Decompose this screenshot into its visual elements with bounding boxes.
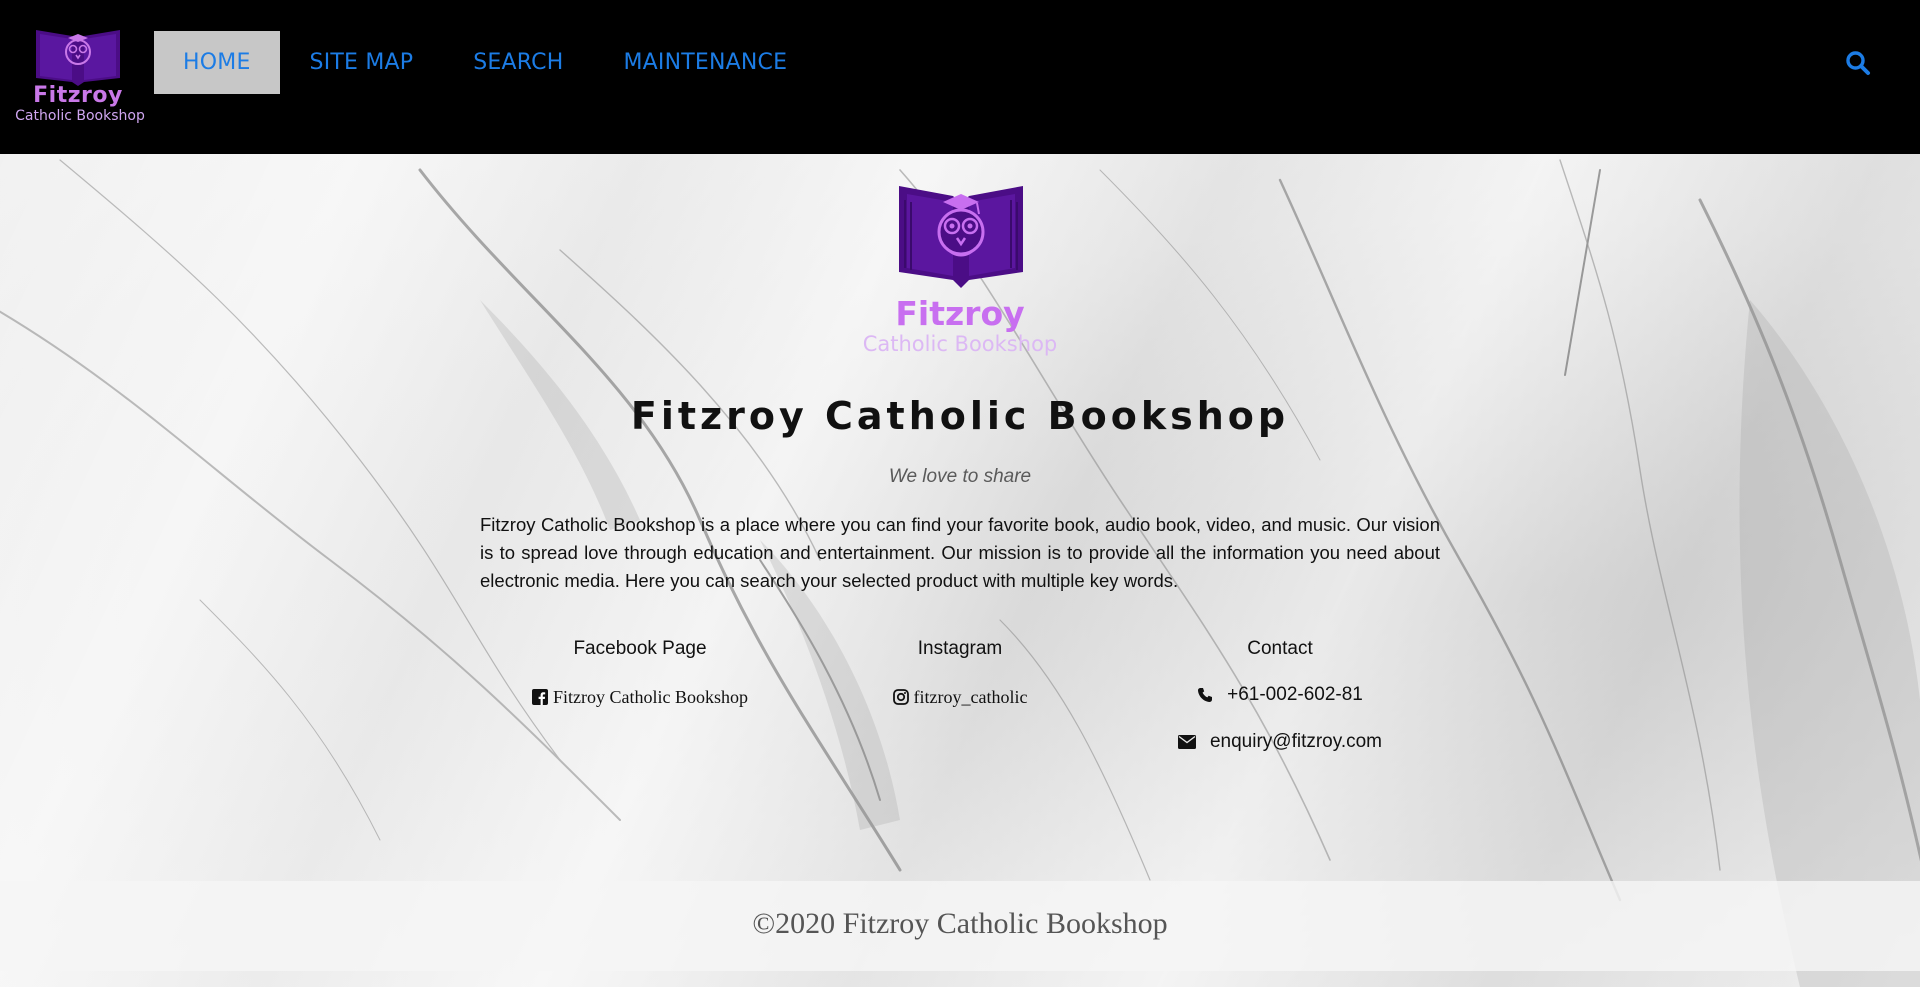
- envelope-icon: [1177, 735, 1196, 749]
- instagram-icon: [892, 689, 909, 705]
- instagram-link-text: fitzroy_catholic: [913, 686, 1028, 707]
- nav-item-search[interactable]: SEARCH: [443, 31, 593, 94]
- footer: ©2020 Fitzroy Catholic Bookshop: [0, 881, 1920, 971]
- instagram-link[interactable]: fitzroy_catholic: [810, 684, 1110, 710]
- facebook-column: Facebook Page Fitzroy Catholic Bookshop: [490, 636, 790, 710]
- nav-item-maintenance[interactable]: MAINTENANCE: [593, 31, 817, 94]
- email-link[interactable]: enquiry@fitzroy.com: [1130, 729, 1430, 755]
- owl-book-logo-icon: [32, 26, 124, 91]
- instagram-title: Instagram: [917, 638, 1003, 659]
- email-address: enquiry@fitzroy.com: [1209, 731, 1383, 752]
- main-nav: HOME SITE MAP SEARCH MAINTENANCE: [154, 31, 817, 94]
- search-icon: [1846, 51, 1870, 75]
- instagram-column: Instagram fitzroy_catholic: [810, 636, 1110, 710]
- tagline: We love to share: [888, 466, 1032, 487]
- facebook-link[interactable]: Fitzroy Catholic Bookshop: [490, 684, 790, 710]
- contact-title: Contact: [1247, 638, 1313, 659]
- brand-logo-word: Fitzroy: [33, 83, 123, 108]
- facebook-icon: [532, 689, 548, 705]
- nav-item-home[interactable]: HOME: [154, 31, 280, 94]
- owl-book-logo-icon: [895, 180, 1027, 295]
- facebook-link-text: Fitzroy Catholic Bookshop: [553, 686, 748, 707]
- navbar: Fitzroy Catholic Bookshop HOME SITE MAP …: [0, 0, 1920, 154]
- contact-column: Contact +61-002-602-81 enquiry@fitzroy.c…: [1130, 636, 1430, 755]
- phone-link[interactable]: +61-002-602-81: [1130, 682, 1430, 708]
- hero-logo: Fitzroy Catholic Bookshop: [849, 180, 1071, 356]
- hero-logo-word: Fitzroy: [895, 294, 1025, 333]
- brand-logo[interactable]: Fitzroy Catholic Bookshop: [6, 26, 154, 128]
- main-content: Fitzroy Catholic Bookshop Fitzroy Cathol…: [0, 154, 1920, 879]
- phone-number: +61-002-602-81: [1227, 684, 1363, 705]
- search-button[interactable]: [1845, 50, 1875, 80]
- footer-copyright: ©2020 Fitzroy Catholic Bookshop: [752, 907, 1168, 940]
- nav-item-site-map[interactable]: SITE MAP: [280, 31, 444, 94]
- page-title: Fitzroy Catholic Bookshop: [630, 394, 1290, 438]
- hero-logo-subtitle: Catholic Bookshop: [862, 332, 1058, 356]
- brand-logo-subtitle: Catholic Bookshop: [15, 108, 145, 124]
- phone-icon: [1197, 687, 1213, 703]
- intro-paragraph: Fitzroy Catholic Bookshop is a place whe…: [480, 514, 1440, 591]
- facebook-title: Facebook Page: [573, 638, 707, 659]
